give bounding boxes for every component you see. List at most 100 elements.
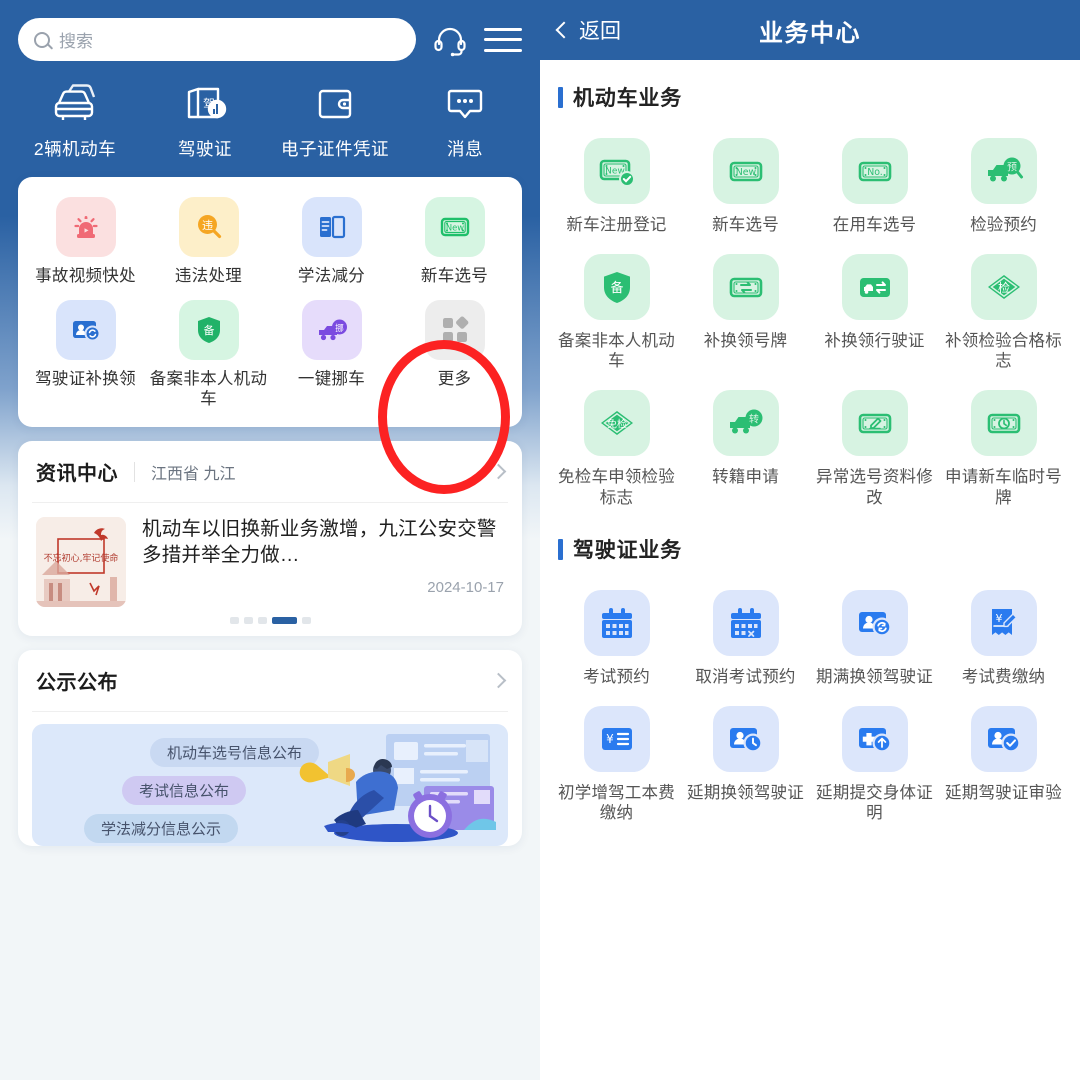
notice-card-header[interactable]: 公示公布 [18,650,522,711]
navbar: 返回 业务中心 [540,0,1080,60]
biz-item-inspection-booking[interactable]: 预 检验预约 [939,138,1068,236]
biz-item-delayed-medical-cert[interactable]: 延期提交身体证明 [810,705,939,824]
biz-item-plate-replacement[interactable]: 补换领号牌 [681,253,810,372]
service-item-accident-video[interactable]: 事故视频快处 [24,197,147,286]
quick-nav-label: 电子证件凭证 [281,139,389,159]
biz-item-new-vehicle-registration[interactable]: New 新车注册登记 [552,138,681,236]
service-item-study-law[interactable]: 学法减分 [270,197,393,286]
news-headline: 机动车以旧换新业务激增，九江公安交警多措并举全力做… [142,518,497,567]
biz-item-exempt-inspection-badge[interactable]: 免检 免检车申领检验标志 [552,389,681,508]
search-placeholder: 搜索 [59,32,93,51]
carousel-dot[interactable] [243,617,253,625]
chevron-right-icon[interactable] [490,673,507,689]
news-location: 江西省 九江 [151,465,236,483]
biz-item-record-other-vehicle[interactable]: 备 备案非本人机动车 [552,253,681,372]
biz-item-temp-plate[interactable]: 申请新车临时号牌 [939,389,1068,508]
notice-pill[interactable]: 学法减分信息公示 [84,814,239,844]
shield-record-icon: 备 [583,253,650,320]
biz-item-label: 备案非本人机动车 [558,331,675,371]
biz-item-label: 补领检验合格标志 [945,331,1062,371]
biz-item-delayed-license-renew[interactable]: 延期换领驾驶证 [681,705,810,824]
service-item-label: 新车选号 [420,267,489,285]
quick-nav-item-vehicles[interactable]: 2辆机动车 [10,83,140,161]
biz-item-inspection-badge-reissue[interactable]: 检 补领检验合格标志 [939,253,1068,372]
search-icon [34,31,50,48]
service-item-new-plate[interactable]: New 新车选号 [393,197,516,286]
news-card-header[interactable]: 资讯中心 江西省 九江 [18,441,522,502]
biz-item-new-plate[interactable]: New 新车选号 [681,138,810,236]
news-card-title: 资讯中心 [36,463,118,486]
service-item-license-renew[interactable]: 驾驶证补换领 [24,300,147,409]
fee-receipt-icon: ¥ [970,590,1037,657]
news-thumbnail: 不忘初心,牢记使命 [36,517,126,608]
service-item-record-other-vehicle[interactable]: 备 备案非本人机动车 [147,300,270,409]
quick-nav-item-ecert[interactable]: 电子证件凭证 [270,83,400,161]
menu-icon[interactable] [484,25,522,55]
biz-item-in-use-plate[interactable]: No. 在用车选号 [810,138,939,236]
section-title: 机动车业务 [573,87,682,110]
app-screen: 搜索 2辆机动车 驾 驾驶证 电子证件凭证 消息 事故视频快处 违 违法处理 学… [0,0,1080,1080]
biz-item-delayed-license-review[interactable]: 延期驾驶证审验 [939,705,1068,824]
quick-nav-label: 驾驶证 [178,139,232,159]
license-service-grid: 考试预约 取消考试预约 期满换领驾驶证 ¥ 考试费缴纳 ¥ 初学增驾工本费缴纳 … [540,574,1080,828]
headset-icon[interactable] [430,22,470,58]
new-plate-check-icon: New [583,138,650,204]
service-item-move-car[interactable]: 挪 一键挪车 [270,300,393,409]
service-item-label: 更多 [437,370,472,389]
license-clock-icon [712,705,779,772]
service-item-more[interactable]: 更多 [393,300,516,409]
news-item[interactable]: 不忘初心,牢记使命 机动车以旧换新业务激增，九江公安交警多措并举全力做… 202… [18,503,522,613]
more-grid-icon [424,300,485,361]
news-card: 资讯中心 江西省 九江 不忘初心,牢记使命 机动车以旧换新业务激增，九江公安交警… [18,441,522,637]
biz-item-license-expiry-renew[interactable]: 期满换领驾驶证 [810,590,939,688]
carousel-dot[interactable] [229,617,239,625]
new-plate-icon: New [712,138,779,204]
biz-item-label: 申请新车临时号牌 [945,467,1062,507]
quick-nav-label: 消息 [447,139,483,159]
biz-item-transfer-application[interactable]: 转 转籍申请 [681,389,810,508]
siren-icon [55,197,116,257]
biz-item-abnormal-plate-edit[interactable]: 异常选号资料修改 [810,389,939,508]
carousel-dot-active[interactable] [271,617,297,625]
carousel-dots[interactable] [18,613,522,636]
biz-item-label: 转籍申请 [712,467,779,486]
wallet-icon [318,89,352,119]
back-button[interactable]: 返回 [555,15,621,45]
carousel-dot[interactable] [257,617,267,625]
service-item-violation[interactable]: 违 违法处理 [147,197,270,286]
service-item-label: 备案非本人机动车 [149,370,268,409]
notice-banner[interactable]: 机动车选号信息公布 考试信息公布 学法减分信息公示 [32,724,508,847]
search-row: 搜索 [0,0,540,61]
biz-item-exam-fee[interactable]: ¥ 考试费缴纳 [939,590,1068,688]
carousel-dot[interactable] [301,617,311,625]
news-date: 2024-10-17 [427,578,504,596]
section-accent-bar [558,86,563,108]
biz-item-exam-booking[interactable]: 考试预约 [552,590,681,688]
inspection-badge-icon: 检 [970,253,1037,320]
notice-illustration [299,734,496,843]
move-car-icon: 挪 [301,300,362,361]
biz-item-label: 补换领号牌 [703,331,788,350]
biz-item-label: 补换领行驶证 [824,331,925,350]
biz-item-cancel-exam-booking[interactable]: 取消考试预约 [681,590,810,688]
biz-item-vehicle-license-replacement[interactable]: 补换领行驶证 [810,253,939,372]
svg-text:New: New [445,223,463,233]
svg-text:检: 检 [997,280,1009,295]
biz-item-label: 检验预约 [970,216,1037,234]
svg-text:¥: ¥ [995,612,1002,625]
quick-nav-item-message[interactable]: 消息 [400,83,530,161]
notice-pill[interactable]: 考试信息公布 [122,776,247,806]
exempt-badge-icon: 免检 [583,389,650,456]
notice-card: 公示公布 机动车选号信息公布 考试信息公布 学法减分信息公示 [18,650,522,847]
svg-text:转: 转 [749,412,759,425]
search-input[interactable]: 搜索 [18,18,416,61]
service-item-label: 违法处理 [174,267,243,285]
transfer-vehicle-icon: 转 [712,389,779,456]
biz-item-label: 延期提交身体证明 [816,783,933,823]
vehicle-license-swap-icon [841,253,908,320]
chevron-right-icon[interactable] [490,464,507,480]
biz-item-label: 新车选号 [712,216,779,234]
biz-item-beginner-fee[interactable]: ¥ 初学增驾工本费缴纳 [552,705,681,824]
quick-nav-item-license[interactable]: 驾 驾驶证 [140,83,270,161]
license-check-icon [970,705,1037,772]
